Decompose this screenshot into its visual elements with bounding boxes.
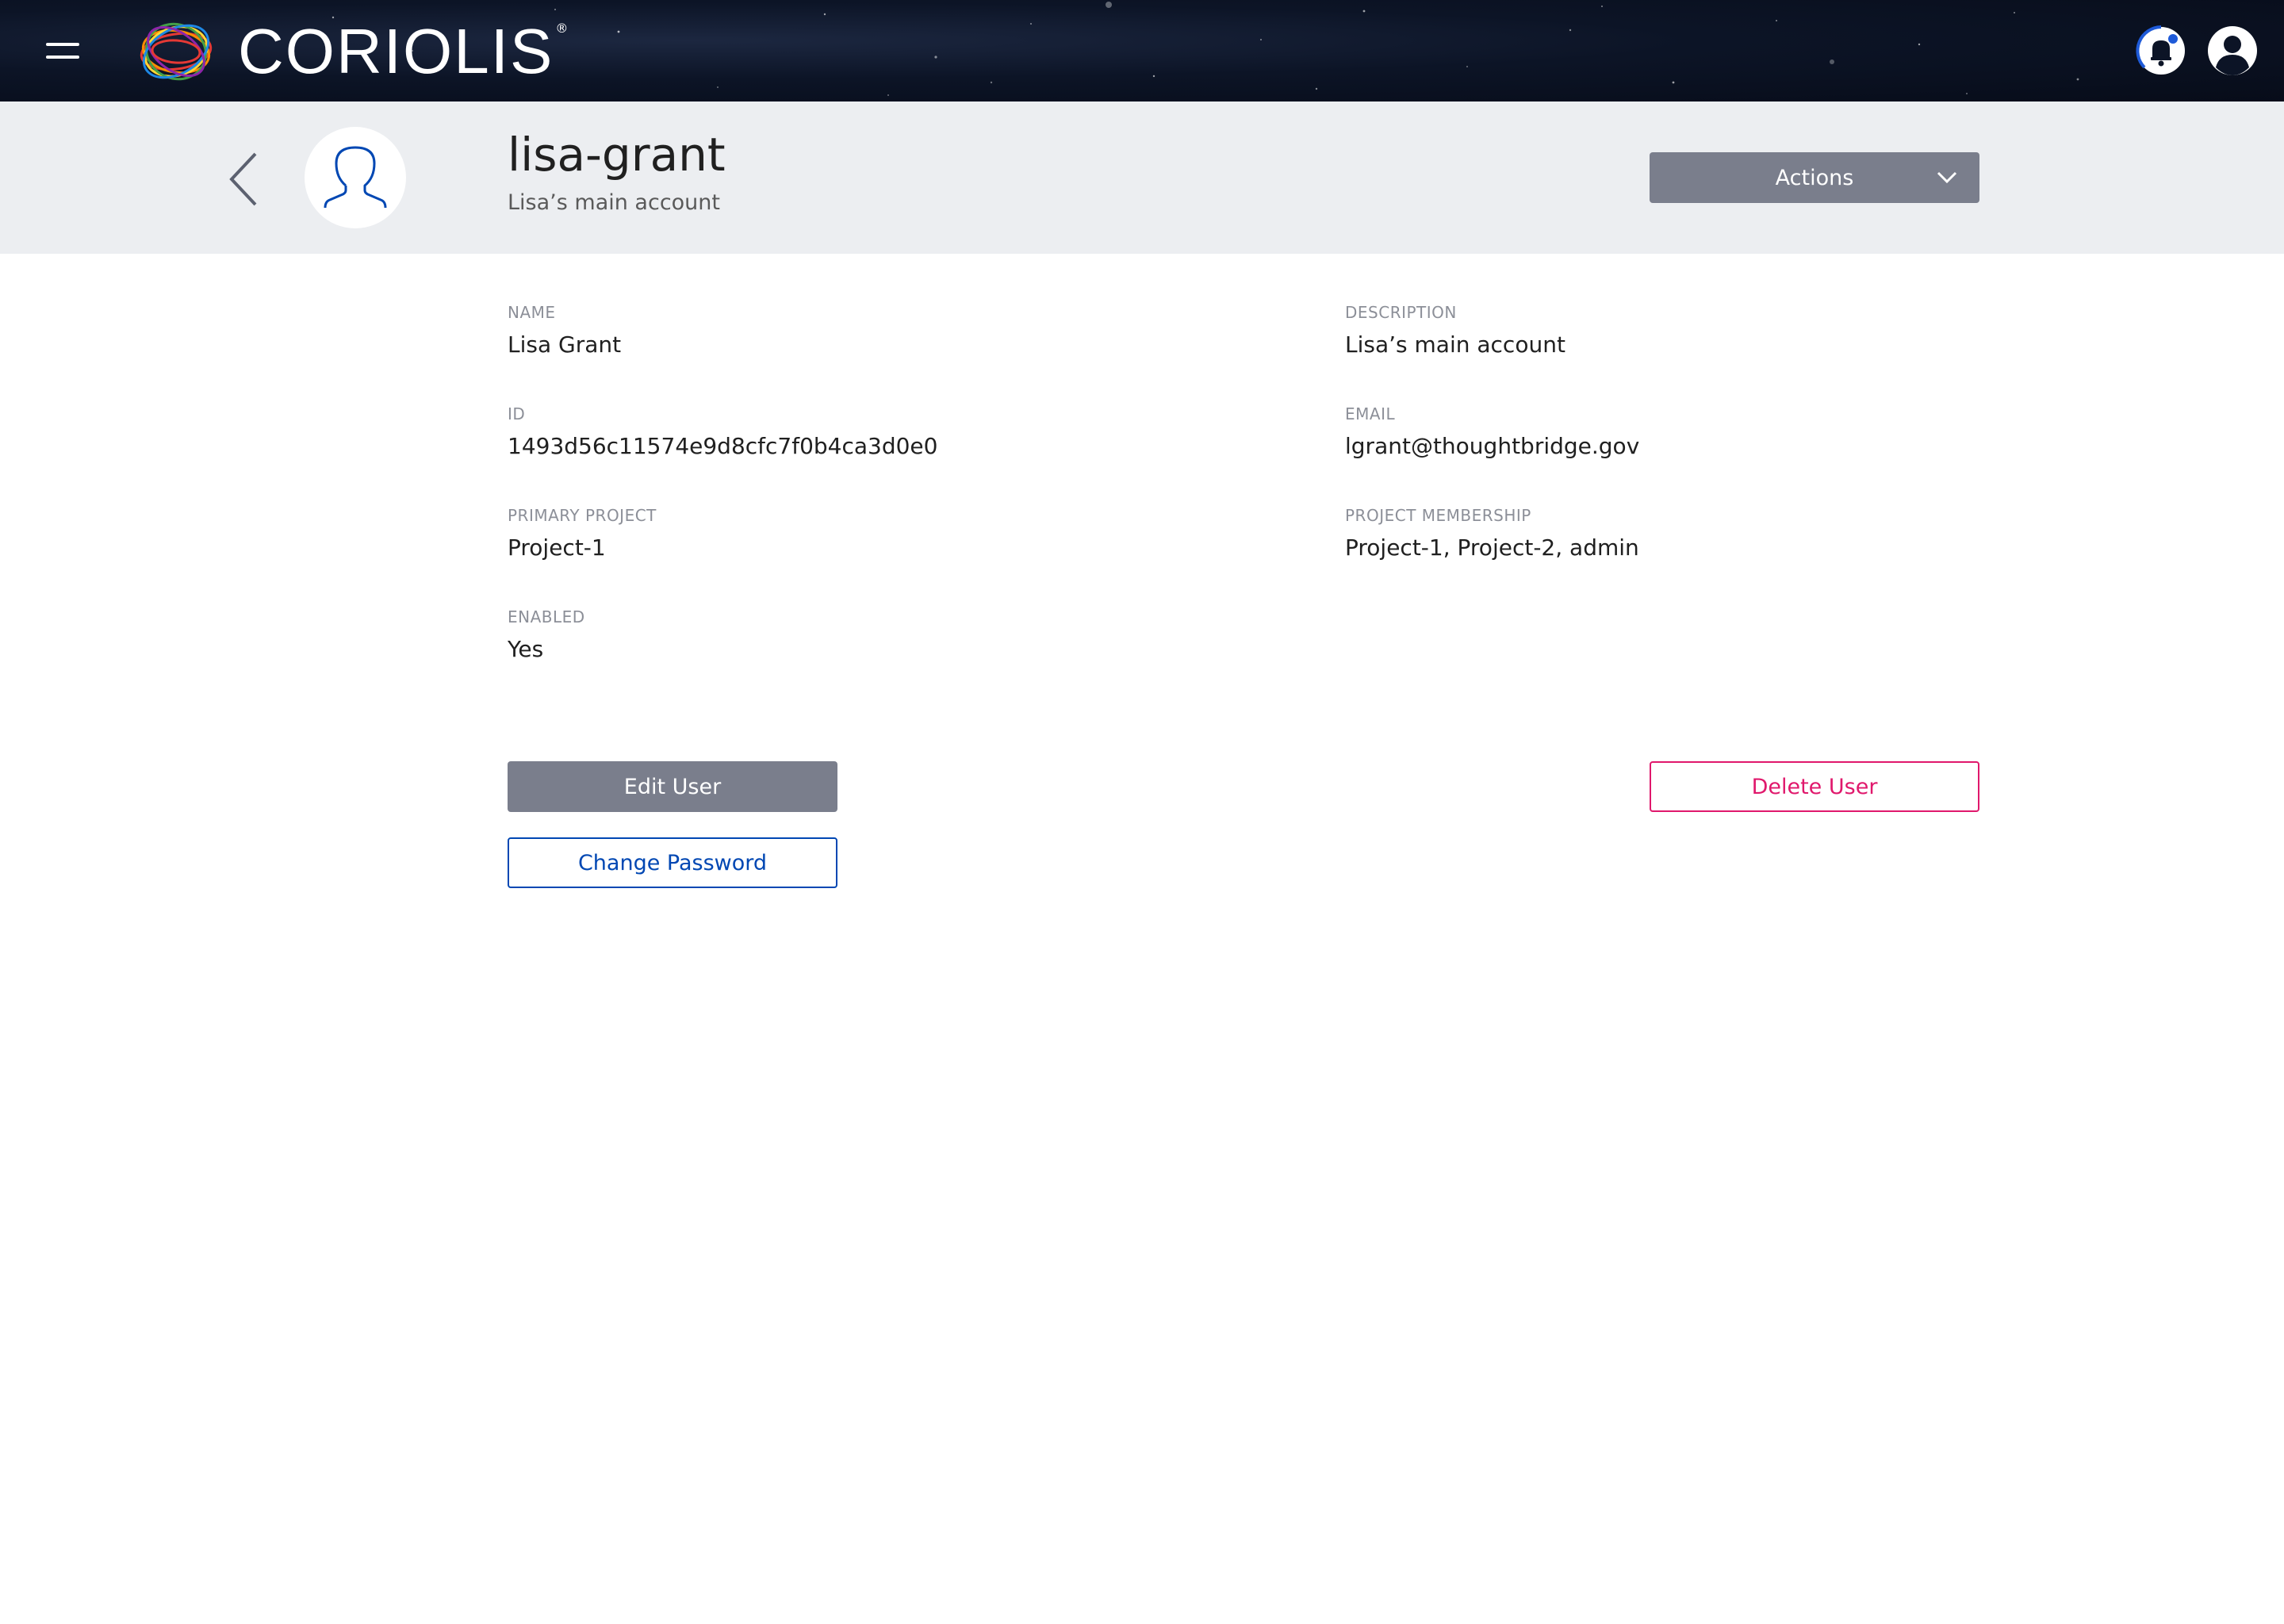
chevron-down-icon bbox=[1937, 171, 1957, 184]
field-label: EMAIL bbox=[1345, 404, 1396, 423]
field-label: PRIMARY PROJECT bbox=[508, 506, 657, 525]
field-value: Lisa’s main account bbox=[1345, 331, 1565, 358]
field-id: ID 1493d56c11574e9d8cfc7f0b4ca3d0e0 bbox=[508, 404, 937, 459]
page-subtitle: Lisa’s main account bbox=[508, 190, 720, 215]
hamburger-menu-icon[interactable] bbox=[46, 38, 79, 62]
user-avatar bbox=[305, 127, 406, 228]
field-label: DESCRIPTION bbox=[1345, 303, 1457, 322]
page-title: lisa-grant bbox=[508, 128, 726, 182]
user-avatar-icon[interactable] bbox=[2206, 25, 2259, 77]
field-value: 1493d56c11574e9d8cfc7f0b4ca3d0e0 bbox=[508, 433, 938, 459]
field-value: Project-1, Project-2, admin bbox=[1345, 534, 1639, 561]
field-label: NAME bbox=[508, 303, 556, 322]
field-email: EMAIL lgrant@thoughtbridge.gov bbox=[1345, 404, 1639, 459]
field-label: ID bbox=[508, 404, 526, 423]
field-value: Project-1 bbox=[508, 534, 606, 561]
field-value: Lisa Grant bbox=[508, 331, 622, 358]
field-project-membership: PROJECT MEMBERSHIP Project-1, Project-2,… bbox=[1345, 506, 1639, 561]
chevron-left-icon[interactable] bbox=[225, 151, 263, 208]
delete-user-button[interactable]: Delete User bbox=[1650, 761, 1979, 812]
bell-icon[interactable] bbox=[2135, 25, 2187, 77]
field-name: NAME Lisa Grant bbox=[508, 303, 621, 358]
actions-dropdown[interactable]: Actions bbox=[1650, 152, 1979, 203]
field-value: Yes bbox=[508, 636, 544, 662]
top-navbar: CORIOLIS ® bbox=[0, 0, 2284, 102]
registered-mark: ® bbox=[555, 20, 569, 36]
brand-name: CORIOLIS bbox=[238, 16, 554, 86]
field-enabled: ENABLED Yes bbox=[508, 607, 585, 662]
field-primary-project: PRIMARY PROJECT Project-1 bbox=[508, 506, 657, 561]
actions-label: Actions bbox=[1775, 165, 1854, 190]
user-silhouette-icon bbox=[324, 146, 387, 209]
field-label: ENABLED bbox=[508, 607, 585, 626]
field-label: PROJECT MEMBERSHIP bbox=[1345, 506, 1531, 525]
coriolis-logo-icon bbox=[140, 22, 213, 81]
user-details-header: lisa-grant Lisa’s main account Actions bbox=[0, 102, 2284, 254]
change-password-button[interactable]: Change Password bbox=[508, 837, 837, 888]
field-value: lgrant@thoughtbridge.gov bbox=[1345, 433, 1640, 459]
brand-logo[interactable]: CORIOLIS ® bbox=[136, 16, 568, 87]
field-description: DESCRIPTION Lisa’s main account bbox=[1345, 303, 1565, 358]
edit-user-button[interactable]: Edit User bbox=[508, 761, 837, 812]
